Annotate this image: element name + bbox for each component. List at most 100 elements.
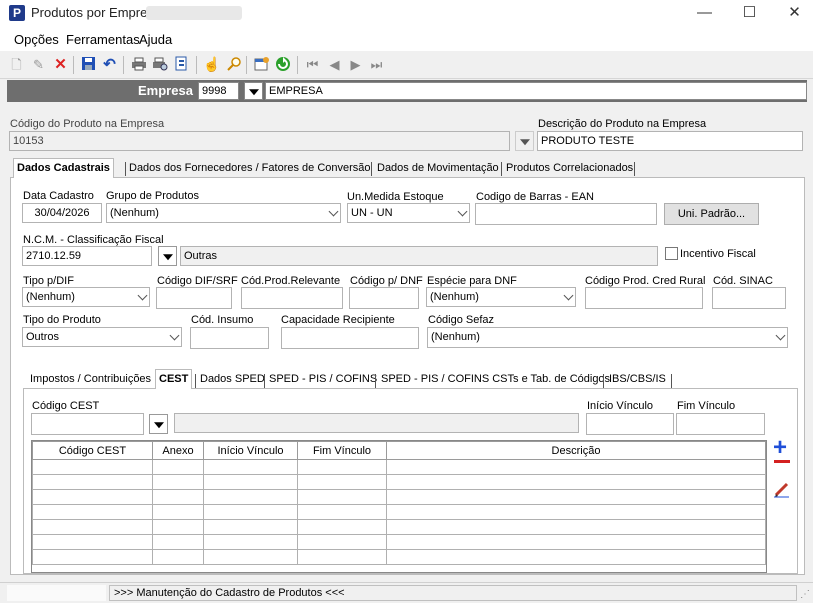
table-cell[interactable] xyxy=(386,534,766,550)
column-header-codigo-cest[interactable]: Código CEST xyxy=(32,441,153,460)
refresh-icon[interactable] xyxy=(274,56,291,73)
last-record-icon[interactable]: ⏭ xyxy=(368,56,385,73)
table-cell[interactable] xyxy=(152,489,204,505)
table-row[interactable] xyxy=(32,459,766,475)
column-header-anexo[interactable]: Anexo xyxy=(152,441,204,460)
table-cell[interactable] xyxy=(203,519,298,535)
table-cell[interactable] xyxy=(152,519,204,535)
table-cell[interactable] xyxy=(203,474,298,490)
data-cadastro-field[interactable]: 30/04/2026 xyxy=(22,203,102,223)
table-cell[interactable] xyxy=(152,534,204,550)
resize-grip-icon[interactable]: ⋰ xyxy=(800,589,810,600)
table-cell[interactable] xyxy=(32,504,153,520)
inicio-vinculo-field[interactable] xyxy=(586,413,674,435)
column-header-descricao[interactable]: Descrição xyxy=(386,441,766,460)
new-icon[interactable]: 🗋 xyxy=(8,56,25,73)
table-cell[interactable] xyxy=(32,474,153,490)
delete-icon[interactable]: ✕ xyxy=(52,56,69,73)
unidade-medida-select[interactable]: UN - UN xyxy=(347,203,470,223)
table-cell[interactable] xyxy=(386,504,766,520)
tipo-dif-select[interactable]: (Nenhum) xyxy=(22,287,150,307)
tab-cest[interactable]: CEST xyxy=(155,369,193,389)
table-cell[interactable] xyxy=(297,504,387,520)
table-cell[interactable] xyxy=(297,534,387,550)
grupo-produtos-select[interactable]: (Nenhum) xyxy=(106,203,341,223)
hand-icon[interactable]: ☝ xyxy=(203,56,220,73)
table-cell[interactable] xyxy=(297,549,387,565)
incentivo-fiscal-checkbox[interactable] xyxy=(665,247,678,260)
table-cell[interactable] xyxy=(203,504,298,520)
table-row[interactable] xyxy=(32,489,766,505)
table-cell[interactable] xyxy=(152,504,204,520)
table-cell[interactable] xyxy=(386,519,766,535)
table-row[interactable] xyxy=(32,549,766,565)
table-cell[interactable] xyxy=(386,474,766,490)
codigo-produto-dropdown[interactable] xyxy=(515,131,534,151)
settings-icon[interactable] xyxy=(253,56,270,73)
tab-dados-fornecedores[interactable]: Dados dos Fornecedores / Fatores de Conv… xyxy=(126,159,374,179)
cod-prod-relevante-field[interactable] xyxy=(241,287,343,309)
remove-icon[interactable] xyxy=(774,460,790,463)
edit-pencil-icon[interactable] xyxy=(773,482,791,501)
codigo-dif-field[interactable] xyxy=(156,287,232,309)
table-cell[interactable] xyxy=(152,549,204,565)
ncm-field[interactable]: 2710.12.59 xyxy=(22,246,152,266)
table-cell[interactable] xyxy=(203,534,298,550)
tab-sped-pis-cofins[interactable]: SPED - PIS / COFINS xyxy=(266,370,380,390)
table-cell[interactable] xyxy=(386,459,766,475)
first-record-icon[interactable]: ⏮ xyxy=(304,56,321,73)
table-cell[interactable] xyxy=(152,459,204,475)
empresa-code-field[interactable]: 9998 xyxy=(198,82,239,100)
prev-record-icon[interactable]: ◀ xyxy=(326,56,343,73)
menu-opcoes[interactable]: Opções xyxy=(14,32,59,47)
tipo-produto-select[interactable]: Outros xyxy=(22,327,182,347)
cod-insumo-field[interactable] xyxy=(190,327,269,349)
print-preview-icon[interactable] xyxy=(151,56,168,73)
table-cell[interactable] xyxy=(203,459,298,475)
tab-dados-sped[interactable]: Dados SPED xyxy=(197,370,268,390)
minimize-button[interactable]: — xyxy=(682,0,727,27)
table-row[interactable] xyxy=(32,534,766,550)
fim-vinculo-field[interactable] xyxy=(676,413,765,435)
capacidade-field[interactable] xyxy=(281,327,419,349)
tab-produtos-correlacionados[interactable]: Produtos Correlacionados xyxy=(503,159,636,179)
table-row[interactable] xyxy=(32,504,766,520)
table-cell[interactable] xyxy=(152,474,204,490)
menu-ajuda[interactable]: Ajuda xyxy=(139,32,172,47)
save-icon[interactable] xyxy=(80,56,97,73)
table-cell[interactable] xyxy=(297,489,387,505)
table-cell[interactable] xyxy=(203,549,298,565)
table-cell[interactable] xyxy=(386,549,766,565)
codigo-cest-field[interactable] xyxy=(31,413,144,435)
sinac-field[interactable] xyxy=(712,287,786,309)
column-header-fim-vinculo[interactable]: Fim Vínculo xyxy=(297,441,387,460)
tab-ibs-cbs-is[interactable]: IBS/CBS/IS xyxy=(606,370,669,390)
export-icon[interactable] xyxy=(173,56,190,73)
tab-dados-movimentacao[interactable]: Dados de Movimentação xyxy=(374,159,502,179)
table-cell[interactable] xyxy=(32,489,153,505)
table-cell[interactable] xyxy=(32,519,153,535)
close-button[interactable]: ✕ xyxy=(772,0,813,27)
table-cell[interactable] xyxy=(386,489,766,505)
table-row[interactable] xyxy=(32,474,766,490)
search-icon[interactable] xyxy=(225,56,242,73)
ncm-dropdown-button[interactable] xyxy=(158,246,177,266)
edit-icon[interactable]: ✎ xyxy=(30,56,47,73)
table-cell[interactable] xyxy=(32,549,153,565)
descricao-produto-field[interactable]: PRODUTO TESTE xyxy=(537,131,803,151)
ean-field[interactable] xyxy=(475,203,657,225)
add-icon[interactable]: + xyxy=(773,436,787,460)
maximize-button[interactable]: ☐ xyxy=(727,0,772,27)
codigo-produto-field[interactable]: 10153 xyxy=(9,131,510,151)
tab-impostos[interactable]: Impostos / Contribuições xyxy=(27,370,154,390)
next-record-icon[interactable]: ▶ xyxy=(347,56,364,73)
codigo-dnf-field[interactable] xyxy=(349,287,419,309)
codigo-cest-dropdown[interactable] xyxy=(149,414,168,434)
tab-dados-cadastrais[interactable]: Dados Cadastrais xyxy=(13,158,114,178)
tab-sped-csts[interactable]: SPED - PIS / COFINS CSTs e Tab. de Códig… xyxy=(378,370,613,390)
undo-icon[interactable]: ↶ xyxy=(101,56,118,73)
especie-dnf-select[interactable]: (Nenhum) xyxy=(426,287,576,307)
table-cell[interactable] xyxy=(203,489,298,505)
uni-padrao-button[interactable]: Uni. Padrão... xyxy=(664,203,759,225)
table-cell[interactable] xyxy=(32,459,153,475)
